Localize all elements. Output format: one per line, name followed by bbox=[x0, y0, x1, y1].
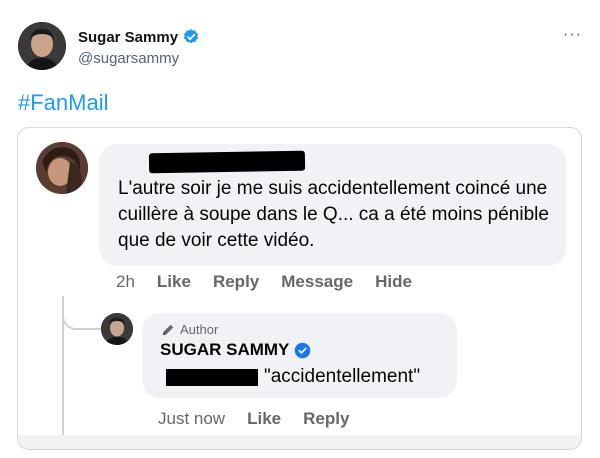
redacted-name bbox=[148, 150, 306, 174]
comment-bubble: L'autre soir je me suis accidentellement… bbox=[99, 144, 566, 266]
reply-text-line: "accidentellement" bbox=[160, 366, 420, 388]
tweet: Sugar Sammy @sugarsammy ··· #FanMail L'a… bbox=[0, 0, 600, 458]
thread-connector-curve bbox=[62, 298, 102, 330]
embedded-screenshot[interactable]: L'autre soir je me suis accidentellement… bbox=[17, 127, 582, 450]
redacted-mention bbox=[166, 369, 258, 386]
commenter-photo-icon bbox=[36, 142, 88, 194]
reply-actions: Just now Like Reply bbox=[158, 409, 371, 429]
comment-timestamp[interactable]: 2h bbox=[116, 272, 135, 292]
author-badge-label: Author bbox=[180, 322, 219, 337]
commenter-avatar bbox=[36, 142, 88, 194]
author-handle[interactable]: @sugarsammy bbox=[78, 50, 179, 67]
mention-tag[interactable] bbox=[160, 367, 260, 387]
pencil-icon bbox=[162, 324, 174, 335]
comment-text: L'autre soir je me suis accidentellement… bbox=[118, 178, 549, 251]
reply-like-button[interactable]: Like bbox=[247, 409, 281, 429]
comment-reply-button[interactable]: Reply bbox=[213, 272, 259, 292]
more-options-icon[interactable]: ··· bbox=[563, 26, 582, 44]
verified-badge-icon bbox=[182, 28, 200, 46]
author-display-name[interactable]: Sugar Sammy bbox=[78, 29, 178, 46]
avatar-photo-icon bbox=[18, 22, 66, 70]
verified-check-icon bbox=[295, 342, 311, 358]
comment-like-button[interactable]: Like bbox=[157, 272, 191, 292]
reply-reply-button[interactable]: Reply bbox=[303, 409, 349, 429]
reply-bubble: Author SUGAR SAMMY "accidentellement" bbox=[142, 313, 457, 398]
comment-actions: 2h Like Reply Message Hide bbox=[116, 272, 434, 292]
author-badge: Author bbox=[160, 322, 218, 337]
hashtag-link[interactable]: #FanMail bbox=[18, 90, 108, 116]
reply-author-name[interactable]: SUGAR SAMMY bbox=[160, 340, 289, 360]
author-name-row: Sugar Sammy bbox=[78, 28, 200, 46]
reply-name-row: SUGAR SAMMY bbox=[160, 340, 311, 360]
embed-bottom-strip bbox=[18, 435, 581, 449]
comment-hide-button[interactable]: Hide bbox=[375, 272, 412, 292]
reply-author-avatar bbox=[101, 313, 133, 345]
reply-timestamp[interactable]: Just now bbox=[158, 409, 225, 429]
comment-message-button[interactable]: Message bbox=[281, 272, 353, 292]
reply-text: "accidentellement" bbox=[264, 366, 421, 387]
reply-avatar-photo-icon bbox=[101, 313, 133, 345]
author-avatar[interactable] bbox=[18, 22, 66, 70]
